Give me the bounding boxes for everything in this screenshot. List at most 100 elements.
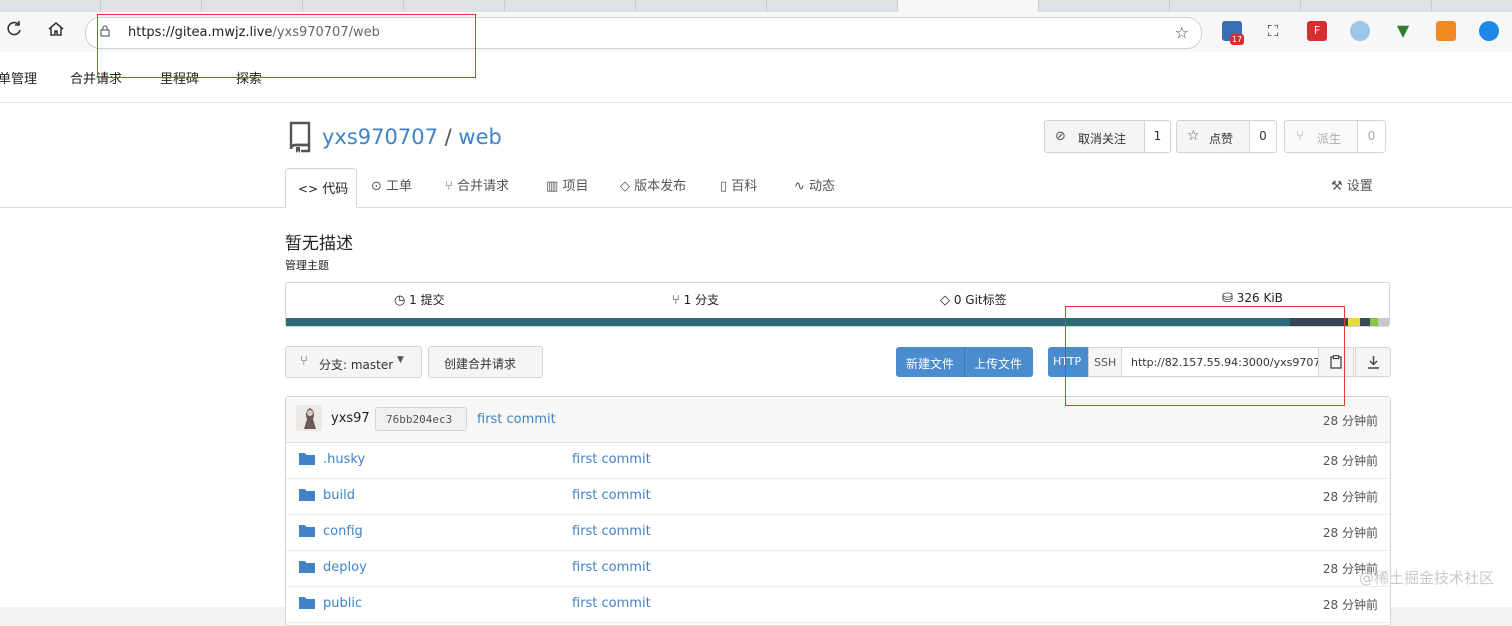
fork-button[interactable]: ⑂ 派生	[1284, 120, 1358, 153]
new-file-button[interactable]: 新建文件	[896, 347, 965, 377]
browser-tab[interactable]	[0, 0, 101, 12]
file-commit-link[interactable]: first commit	[572, 524, 651, 539]
download-button[interactable]	[1355, 347, 1391, 377]
clone-url-input[interactable]: http://82.157.55.94:3000/yxs97070	[1121, 347, 1319, 377]
nav-milestones[interactable]: 里程碑	[160, 68, 199, 87]
home-icon[interactable]	[44, 20, 68, 44]
tab-pulls[interactable]: ⑂ 合并请求	[445, 167, 509, 207]
commit-message-link[interactable]: first commit	[477, 412, 556, 427]
file-name-link[interactable]: build	[323, 488, 355, 503]
browser-tab[interactable]	[505, 0, 636, 12]
extension-fe-icon[interactable]: F	[1307, 21, 1327, 41]
repo-name-link[interactable]: web	[458, 125, 501, 149]
new-pull-request-button[interactable]: 创建合并请求	[428, 346, 543, 378]
language-stats-bar[interactable]	[286, 318, 1389, 326]
file-name-link[interactable]: deploy	[323, 560, 367, 575]
fork-count[interactable]: 0	[1357, 120, 1386, 153]
reload-icon[interactable]	[2, 20, 26, 44]
screenshot-icon[interactable]: ⛶	[1263, 21, 1283, 41]
tab-code-label: 代码	[322, 182, 349, 197]
repo-size: 326 KiB	[1236, 291, 1283, 305]
tab-code[interactable]: <> 代码	[285, 168, 357, 208]
file-row[interactable]: deploy first commit 28 分钟前	[286, 550, 1390, 587]
browser-tab-active[interactable]	[898, 0, 1039, 12]
file-commit-link[interactable]: first commit	[572, 452, 651, 467]
lang-segment	[1370, 318, 1378, 326]
repo-owner-link[interactable]: yxs970707	[322, 125, 438, 149]
lang-segment	[286, 318, 1290, 326]
browser-tab[interactable]	[636, 0, 767, 12]
browser-tab[interactable]	[1432, 0, 1512, 12]
folder-icon	[299, 525, 315, 537]
browser-tab[interactable]	[404, 0, 505, 12]
commit-author[interactable]: yxs97	[331, 411, 370, 426]
file-list: yxs97 76bb204ec3 first commit 28 分钟前 .hu…	[285, 396, 1391, 626]
url-host: https://gitea.mwjz.live	[128, 25, 273, 40]
browser-tab[interactable]	[303, 0, 404, 12]
tab-issues[interactable]: ⊙ 工单	[371, 167, 412, 207]
manage-topics-link[interactable]: 管理主题	[285, 257, 329, 273]
tab-projects[interactable]: ▥ 项目	[546, 167, 588, 207]
browser-tab[interactable]	[202, 0, 303, 12]
nav-explore[interactable]: 探索	[236, 68, 262, 87]
tab-settings[interactable]: ⚒ 设置	[1331, 167, 1373, 207]
file-row[interactable]: build first commit 28 分钟前	[286, 478, 1390, 515]
star-label: 点赞	[1209, 132, 1234, 146]
browser-tab[interactable]	[101, 0, 202, 12]
copy-url-button[interactable]	[1318, 347, 1354, 377]
file-name-link[interactable]: .husky	[323, 452, 365, 467]
watch-count[interactable]: 1	[1144, 120, 1171, 153]
extension-blue-icon[interactable]	[1479, 21, 1499, 41]
nav-pulls[interactable]: 合并请求	[70, 68, 122, 87]
file-row[interactable]: public first commit 28 分钟前	[286, 586, 1390, 623]
new-pr-label: 创建合并请求	[444, 357, 517, 371]
tab-wiki[interactable]: ▯ 百科	[720, 167, 757, 207]
file-name-link[interactable]: config	[323, 524, 363, 539]
browser-address-bar: https://gitea.mwjz.live/yxs970707/web ☆ …	[0, 12, 1512, 53]
favorite-star-icon[interactable]: ☆	[1175, 23, 1189, 42]
file-commit-time: 28 分钟前	[1322, 526, 1378, 540]
file-commit-link[interactable]: first commit	[572, 560, 651, 575]
browser-tab[interactable]	[767, 0, 898, 12]
folder-icon	[299, 453, 315, 465]
commits-stat[interactable]: ◷ 1 提交	[394, 291, 445, 308]
branch-dropdown[interactable]: ⑂ 分支: master ▼	[285, 346, 422, 378]
clipboard-icon	[1330, 355, 1342, 369]
browser-tab[interactable]	[1170, 0, 1301, 12]
file-commit-link[interactable]: first commit	[572, 596, 651, 611]
browser-tab[interactable]	[1301, 0, 1432, 12]
commit-sha-button[interactable]: 76bb204ec3	[375, 407, 467, 431]
tab-activity[interactable]: ∿ 动态	[794, 167, 835, 207]
browser-tab[interactable]	[1039, 0, 1170, 12]
tags-stat[interactable]: ◇ 0 Git标签	[940, 291, 1007, 308]
unwatch-button[interactable]: ⊘ 取消关注	[1044, 120, 1145, 153]
tab-releases[interactable]: ◇ 版本发布	[620, 167, 686, 207]
file-commit-link[interactable]: first commit	[572, 488, 651, 503]
download-icon	[1368, 356, 1379, 369]
repo-content: 暂无描述 管理主题 ◷ 1 提交 ⑂ 1 分支 ◇ 0 Git标签 ⛁ 326 …	[0, 208, 1512, 626]
url-field[interactable]: https://gitea.mwjz.live/yxs970707/web ☆	[85, 17, 1202, 49]
file-name-link[interactable]: public	[323, 596, 362, 611]
avatar[interactable]	[296, 405, 322, 431]
folder-icon	[299, 597, 315, 609]
star-count[interactable]: 0	[1249, 120, 1277, 153]
vue-devtools-icon[interactable]: ▼	[1393, 21, 1413, 41]
extension-orange-icon[interactable]	[1436, 21, 1456, 41]
nav-issues[interactable]: 单管理	[0, 68, 37, 87]
star-button[interactable]: ☆ 点赞	[1176, 120, 1250, 153]
extension-circle-icon[interactable]	[1350, 21, 1370, 41]
git-branch-icon: ⑂	[300, 354, 308, 369]
branches-stat[interactable]: ⑂ 1 分支	[672, 291, 719, 308]
http-clone-button[interactable]: HTTP	[1048, 347, 1088, 377]
lang-segment	[1378, 318, 1389, 326]
file-row[interactable]: .husky first commit 28 分钟前	[286, 442, 1390, 479]
watermark: @稀土掘金技术社区	[1358, 569, 1494, 587]
file-row[interactable]: config first commit 28 分钟前	[286, 514, 1390, 551]
ssh-clone-button[interactable]: SSH	[1088, 347, 1122, 377]
tab-pulls-label: 合并请求	[456, 179, 509, 194]
size-stat: ⛁ 326 KiB	[1222, 291, 1283, 306]
upload-file-button[interactable]: 上传文件	[965, 347, 1033, 377]
fork-label: 派生	[1317, 132, 1342, 146]
pulse-icon: ∿	[794, 179, 805, 194]
branch-label: 分支: master	[319, 358, 394, 372]
